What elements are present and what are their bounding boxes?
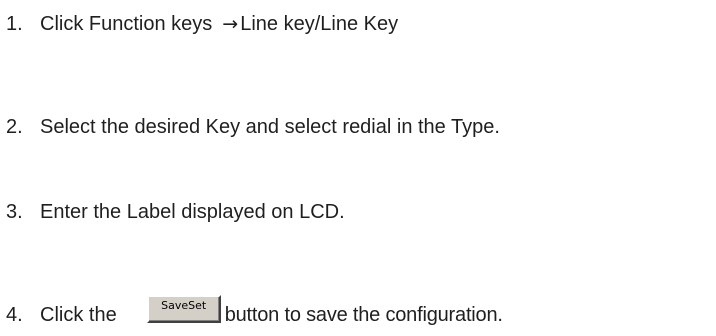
step-number: 1. [6,13,23,35]
step-4: 4. Click the SaveSet button to save the … [0,295,503,329]
step-text-menu-path: Line key/Line Key [240,13,399,35]
step-2: 2. Select the desired Key and select red… [0,115,500,139]
step-1: 1. Click Function keys → Line key/Line K… [0,12,398,36]
step-text: Enter the Label displayed on LCD. [40,201,345,223]
right-arrow-icon: → [222,13,239,35]
step-text: Click Function keys [40,13,213,35]
step-text: Select the desired Key and select redial… [40,116,500,138]
step-number: 4. [6,304,23,326]
step-number: 3. [6,201,23,223]
step-text: Click the [40,304,117,326]
step-3: 3. Enter the Label displayed on LCD. [0,200,345,224]
step-number: 2. [6,116,23,138]
saveset-button[interactable]: SaveSet [146,295,221,323]
step-text: button to save the configuration. [224,304,503,326]
